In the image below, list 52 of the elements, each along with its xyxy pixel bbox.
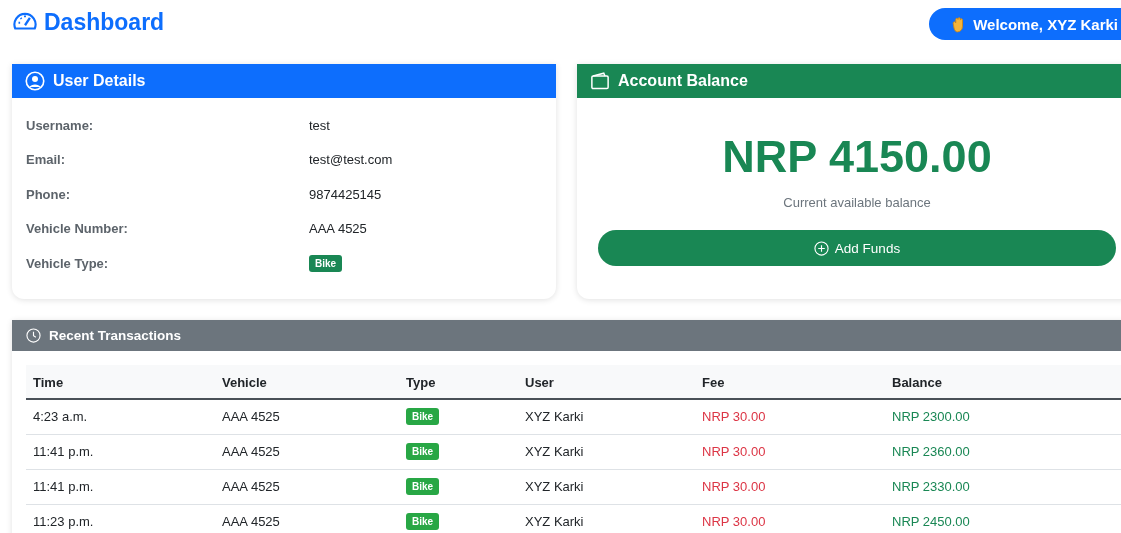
card-title: User Details [53,72,146,90]
table-cell: NRP 30.00 [695,434,885,469]
column-header: User [518,364,695,399]
vehicle-type-badge: Bike [406,408,440,425]
clock-icon [26,327,41,343]
field-value: AAA 4525 [309,221,367,237]
field-value: 9874425145 [309,186,382,202]
column-header: Balance [885,364,1121,399]
table-cell: 4:23 a.m. [26,398,215,434]
table-cell: AAA 4525 [215,504,399,533]
table-cell: 11:23 p.m. [26,504,215,533]
table-cell: NRP 2300.00 [885,398,1121,434]
table-cell: XYZ Karki [518,504,695,533]
column-header: Vehicle [215,364,399,399]
field-label: Vehicle Number: [26,221,129,237]
table-cell: XYZ Karki [518,434,695,469]
card-title: Account Balance [618,72,748,90]
table-cell: 11:41 p.m. [26,434,215,469]
user-circle-icon [25,71,45,91]
vehicle-type-badge: Bike [406,443,440,460]
table-cell: NRP 2330.00 [885,469,1121,504]
balance-caption: Current available balance [783,195,931,210]
plus-circle-icon [813,240,829,256]
vehicle-type-badge: Bike [309,254,343,272]
field-value: test [309,117,330,133]
balance-amount: NRP 4150.00 [722,131,992,183]
column-header: Fee [695,364,885,399]
vehicle-type-badge: Bike [406,478,440,495]
field-label: Username: [26,117,95,133]
wallet-icon [590,71,610,91]
field-value: test@test.com [309,152,393,168]
field-label: Phone: [26,186,72,202]
table-cell: AAA 4525 [215,434,399,469]
table-cell: NRP 2450.00 [885,504,1121,533]
table-cell: NRP 30.00 [695,398,885,434]
field-label: Email: [26,152,66,168]
page-title: Dashboard [44,8,165,36]
table-cell: XYZ Karki [518,398,695,434]
table-cell: NRP 2360.00 [885,434,1121,469]
table-cell: XYZ Karki [518,469,695,504]
add-funds-button[interactable]: Add Funds [598,230,1116,266]
field-label: Vehicle Type: [26,255,110,271]
welcome-button[interactable]: Welcome, XYZ Karki [929,8,1121,40]
table-cell: NRP 30.00 [695,469,885,504]
table-cell: 11:41 p.m. [26,469,215,504]
card-title: Recent Transactions [49,327,182,343]
column-header: Type [399,364,518,399]
table-cell: NRP 30.00 [695,504,885,533]
table-cell: AAA 4525 [215,398,399,434]
vehicle-type-badge: Bike [406,513,440,530]
column-header: Time [26,364,215,399]
table-cell: AAA 4525 [215,469,399,504]
